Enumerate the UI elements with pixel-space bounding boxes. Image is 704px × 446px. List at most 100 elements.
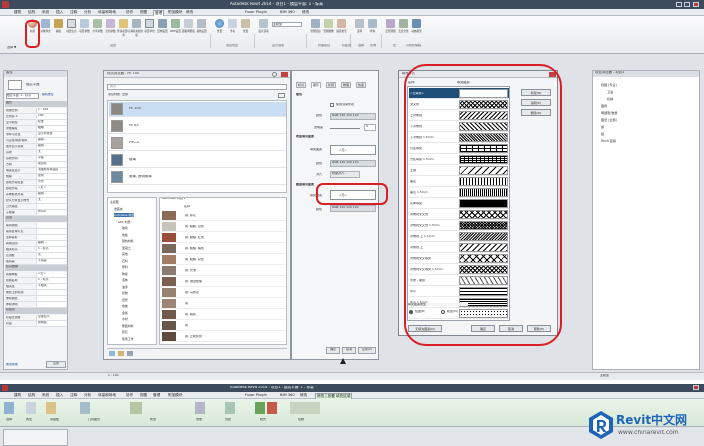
browser-item-families[interactable]: 族 xyxy=(601,124,604,129)
tab-addins[interactable]: 附加模块 xyxy=(168,10,182,15)
library-material-row[interactable]: 瓷, 碎花 xyxy=(161,211,286,221)
ribbon-button-macro-manager[interactable]: 宏管理器 xyxy=(385,19,396,35)
property-value[interactable]: 新构造 xyxy=(36,321,66,326)
tab2-manage[interactable]: 管理 xyxy=(153,393,160,398)
texture-align-button[interactable]: 纹理对齐... xyxy=(330,171,360,178)
browser-item-groups[interactable]: 组 xyxy=(601,131,604,136)
property-value[interactable]: 1 - 标高 xyxy=(36,278,66,283)
property-value[interactable] xyxy=(36,235,66,240)
edit-type-button[interactable]: 编辑类型 xyxy=(42,93,54,96)
cancel-mode-icon[interactable] xyxy=(267,402,277,414)
property-value[interactable] xyxy=(36,302,66,307)
ribbon-button-transfer-standards[interactable]: 传递项目标准 xyxy=(117,19,130,37)
ribbon-button-macro-security[interactable]: 宏安全性 xyxy=(398,19,409,35)
editor-ok-button[interactable]: 确定 xyxy=(326,347,340,354)
material-item[interactable]: 玻璃, 透明玻璃 xyxy=(109,170,286,185)
tab-graphics[interactable]: 图形 xyxy=(311,82,322,88)
tab-appearance[interactable]: 外观 xyxy=(326,82,337,88)
property-value[interactable]: 粗略 xyxy=(36,126,66,131)
transparency-field[interactable]: 0 xyxy=(364,124,376,131)
library-material-row[interactable]: 瓷, 粗糙, 杂色 xyxy=(161,255,286,265)
material-item[interactable]: 玻璃 xyxy=(109,153,286,168)
property-value[interactable]: HVAC xyxy=(36,210,66,215)
property-value[interactable]: 不剪裁 xyxy=(36,259,66,264)
library-tree-item[interactable]: 陶瓷 xyxy=(122,272,128,276)
tab2-massing[interactable]: 体量和场地 xyxy=(98,393,116,398)
draw-tools-icon[interactable] xyxy=(290,402,320,414)
property-value[interactable]: 不相关 xyxy=(36,284,66,289)
tab2-fuzor[interactable]: Fuzor Plugin xyxy=(245,393,267,397)
modify-tools-icon[interactable] xyxy=(130,402,142,414)
section-extents[interactable]: 范围 xyxy=(5,216,67,222)
tab-analyze[interactable]: 分析 xyxy=(84,10,91,15)
library-tree-item[interactable]: 混凝土 xyxy=(122,246,131,250)
library-tree-item[interactable]: 塑料 xyxy=(122,265,128,269)
property-value[interactable] xyxy=(36,223,66,228)
tab2-view[interactable]: 视图 xyxy=(140,393,147,398)
section-shading[interactable]: 着色 xyxy=(296,93,302,96)
section-cut-pattern[interactable]: 截面填充图案 xyxy=(296,183,314,186)
section-phasing[interactable]: 阶段化 xyxy=(5,308,67,314)
library-material-row[interactable]: 瓷, 镶边纹理 xyxy=(161,277,286,287)
ribbon-button-purge-unused[interactable]: 清除未使用项 xyxy=(130,19,143,37)
library-tree-item[interactable]: 液体 xyxy=(122,278,128,282)
geometry-tool-icon[interactable] xyxy=(80,402,90,414)
ribbon-button-coordinates[interactable]: 坐标 xyxy=(227,19,238,35)
browser-item-legends[interactable]: 图例 xyxy=(601,103,607,108)
library-tree-item[interactable]: 木材 xyxy=(122,317,128,321)
tab2-modify[interactable]: 修改 xyxy=(300,393,307,398)
instance-selector[interactable]: 楼层平面: 1 - 标高 xyxy=(6,93,39,99)
tab-collaborate[interactable]: 协作 xyxy=(126,10,133,15)
ribbon-button-shared-parameters[interactable]: 共享参数 xyxy=(92,19,103,35)
properties-tool-icon[interactable] xyxy=(26,402,36,414)
property-value[interactable]: 编辑... xyxy=(36,192,66,197)
ribbon-button-snaps[interactable]: 捕捉 xyxy=(53,19,64,35)
modify-tool-icon[interactable] xyxy=(4,402,14,414)
finish-mode-icon[interactable] xyxy=(255,402,265,414)
library-material-row[interactable]: 瓷, 光滑 xyxy=(161,266,286,276)
library-material-row[interactable]: 瓷, 粗糙, 红色 xyxy=(161,233,286,243)
ribbon-button-manage-links[interactable]: 管理链接 xyxy=(310,19,321,35)
library-tree-item[interactable]: 隔热材料 xyxy=(122,239,134,243)
material-item[interactable]: PE 100 xyxy=(109,102,286,117)
library-tree-item[interactable]: 主视图 xyxy=(110,200,119,204)
tab2-insert[interactable]: 插入 xyxy=(56,393,63,398)
apply-button[interactable]: 应用 xyxy=(46,361,66,368)
property-value[interactable]: 编辑... xyxy=(36,138,66,143)
app-logo-icon[interactable] xyxy=(2,1,9,8)
transparency-slider[interactable] xyxy=(330,128,360,129)
library-material-row[interactable]: 瓷, 立砌砖斑 xyxy=(161,332,286,342)
browser-item-views[interactable]: 视图 (专业) xyxy=(601,82,617,87)
property-value[interactable]: <无> xyxy=(36,272,66,277)
shading-color-field[interactable]: RGB 120 120 120 xyxy=(330,113,376,120)
ribbon-button-project-info[interactable]: 项目信息 xyxy=(66,19,77,35)
use-render-checkbox[interactable] xyxy=(330,103,334,107)
library-tree-item[interactable]: 玻璃 xyxy=(122,226,128,230)
properties-help-link[interactable]: 属性帮助 xyxy=(6,363,18,366)
property-value[interactable]: 1 : 100 xyxy=(36,108,66,113)
browser-item-sheets[interactable]: 图纸 (全部) xyxy=(601,117,617,122)
library-header[interactable]: Autodesk 材质 ▾ xyxy=(162,198,185,200)
ribbon-button-inquiry[interactable]: 查询 xyxy=(367,19,378,35)
app-logo-icon[interactable] xyxy=(2,385,8,391)
ribbon-button-other-settings[interactable]: 其他设置 xyxy=(196,19,207,35)
tab2-architecture[interactable]: 建筑 xyxy=(14,393,21,398)
material-item[interactable]: PVC-U xyxy=(109,136,286,151)
tab-modify-2[interactable]: 修改 xyxy=(302,10,309,15)
library-tree-item[interactable]: AEC 材质 xyxy=(118,220,131,224)
property-value[interactable]: 编辑... xyxy=(36,241,66,246)
select-dropdown[interactable]: 选择 ▼ xyxy=(7,46,16,49)
tab-architecture[interactable]: 建筑 xyxy=(14,10,21,15)
tab-thermal[interactable]: 热度 xyxy=(356,82,367,88)
tab-structure[interactable]: 结构 xyxy=(28,10,35,15)
tab-physical[interactable]: 物理 xyxy=(341,82,352,88)
property-value[interactable] xyxy=(36,290,66,295)
property-value[interactable]: 编辑... xyxy=(36,144,66,149)
property-value[interactable] xyxy=(36,204,66,209)
tab-bim360[interactable]: BIM 360 xyxy=(280,10,295,14)
create-tool-icon[interactable] xyxy=(225,402,235,414)
tab2-collaborate[interactable]: 协作 xyxy=(126,393,133,398)
library-tree-item[interactable]: 现场工作 xyxy=(122,337,134,341)
property-value[interactable]: 显示原状态 xyxy=(36,132,66,137)
tab-fuzor[interactable]: Fuzor Plugin xyxy=(245,10,267,14)
